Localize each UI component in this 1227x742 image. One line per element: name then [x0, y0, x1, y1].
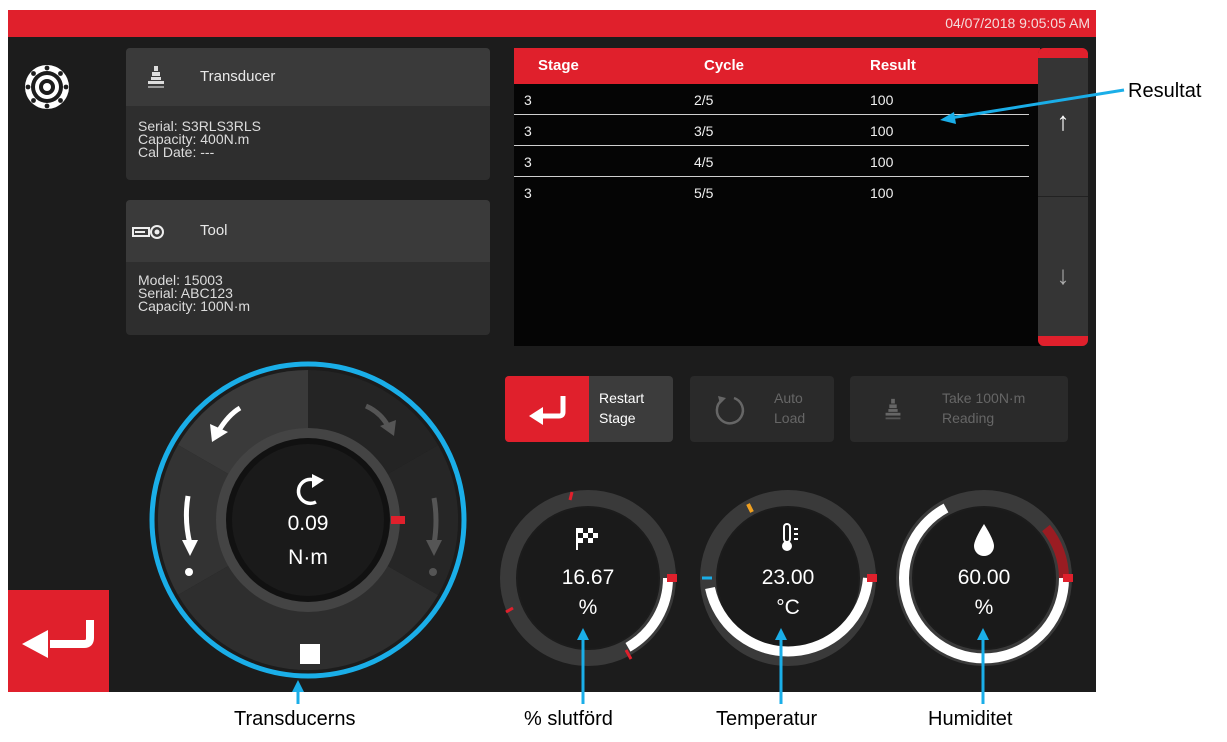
cell-result: 100	[870, 185, 894, 201]
tool-card-header: Tool	[126, 200, 490, 262]
table-row[interactable]: 3 2/5 100	[514, 84, 1029, 115]
back-button[interactable]	[8, 590, 109, 692]
gear-icon[interactable]	[24, 64, 70, 110]
humidity-value: 60.00	[957, 566, 1011, 589]
column-header-cycle: Cycle	[704, 57, 745, 74]
auto-load-label: Auto Load	[774, 390, 806, 426]
auto-load-button[interactable]: Auto Load	[690, 376, 834, 442]
table-row[interactable]: 3 4/5 100	[514, 146, 1029, 177]
tool-capacity: Capacity: 100N·m	[138, 298, 251, 314]
datetime-label: 04/07/2018 9:05:05 AM	[945, 15, 1090, 31]
transducer-card-title: Transducer	[200, 68, 276, 85]
restart-stage-button[interactable]: Restart Stage	[505, 376, 673, 442]
temperature-gauge: 23.00 °C	[698, 488, 878, 668]
column-header-stage: Stage	[538, 57, 579, 74]
auto-load-icon	[715, 396, 745, 425]
scroll-up-icon[interactable]: ↑	[1053, 106, 1073, 137]
cell-stage: 3	[524, 92, 532, 108]
stop-icon[interactable]	[300, 644, 320, 664]
table-row[interactable]: 3 5/5 100	[514, 177, 1029, 207]
annotation-humidity: Humiditet	[928, 708, 1013, 730]
cell-cycle: 5/5	[694, 185, 714, 201]
annotation-temperature: Temperatur	[716, 708, 818, 730]
transducer-icon	[148, 66, 164, 88]
scroll-down-icon[interactable]: ↓	[1053, 260, 1073, 291]
progress-value: 16.67	[561, 566, 615, 589]
cell-result: 100	[870, 154, 894, 170]
cell-cycle: 4/5	[694, 154, 714, 170]
transducer-dial[interactable]: 0.09 N·m	[148, 360, 468, 680]
tool-card[interactable]: Tool Model: 15003 Serial: ABC123 Capacit…	[126, 200, 490, 335]
take-reading-label: Take 100N·m Reading	[942, 390, 1026, 426]
annotation-progress: % slutförd	[524, 708, 613, 730]
table-row[interactable]: 3 3/5 100	[514, 115, 1029, 146]
restart-icon-tile	[505, 376, 589, 442]
results-scrollbar[interactable]: ↑ ↓	[1038, 48, 1088, 346]
cell-stage: 3	[524, 154, 532, 170]
temperature-unit: °C	[776, 596, 800, 619]
back-arrow-icon	[22, 620, 94, 658]
cell-cycle: 3/5	[694, 123, 714, 139]
results-table-header: Stage Cycle Result	[514, 48, 1040, 84]
cell-result: 100	[870, 123, 894, 139]
cell-cycle: 2/5	[694, 92, 714, 108]
transducer-card[interactable]: Transducer Serial: S3RLS3RLS Capacity: 4…	[126, 48, 490, 180]
restart-icon	[529, 396, 566, 425]
cell-stage: 3	[524, 123, 532, 139]
progress-unit: %	[578, 596, 598, 619]
take-reading-icon	[885, 398, 901, 420]
tool-icon	[132, 225, 164, 239]
take-reading-button[interactable]: Take 100N·m Reading	[850, 376, 1068, 442]
status-bar: 04/07/2018 9:05:05 AM	[8, 10, 1096, 37]
transducer-card-header: Transducer	[126, 48, 490, 106]
scrollbar-bottom-cap	[1038, 336, 1088, 346]
progress-gauge: 16.67 %	[498, 488, 678, 668]
cell-stage: 3	[524, 185, 532, 201]
cell-result: 100	[870, 92, 894, 108]
results-table: Stage Cycle Result 3 2/5 100 3 3/5 100 3…	[514, 48, 1040, 346]
temperature-value: 23.00	[761, 566, 815, 589]
humidity-unit: %	[974, 596, 994, 619]
restart-stage-label: Restart Stage	[599, 390, 645, 426]
tool-details: Model: 15003 Serial: ABC123 Capacity: 10…	[126, 262, 490, 313]
annotation-transducer: Transducerns	[234, 708, 356, 730]
humidity-gauge: 60.00 %	[894, 488, 1074, 668]
transducer-cal-date: Cal Date: ---	[138, 144, 215, 160]
transducer-details: Serial: S3RLS3RLS Capacity: 400N.m Cal D…	[126, 106, 490, 159]
dial-torque-value: 0.09	[287, 512, 329, 535]
column-header-result: Result	[870, 57, 916, 74]
annotation-results: Resultat	[1128, 80, 1202, 102]
device-screen: 04/07/2018 9:05:05 AM Transducer Serial:…	[8, 10, 1096, 692]
scrollbar-top-cap	[1038, 48, 1088, 58]
scrollbar-divider	[1038, 196, 1088, 197]
dial-torque-unit: N·m	[288, 546, 328, 569]
tool-card-title: Tool	[200, 222, 228, 239]
